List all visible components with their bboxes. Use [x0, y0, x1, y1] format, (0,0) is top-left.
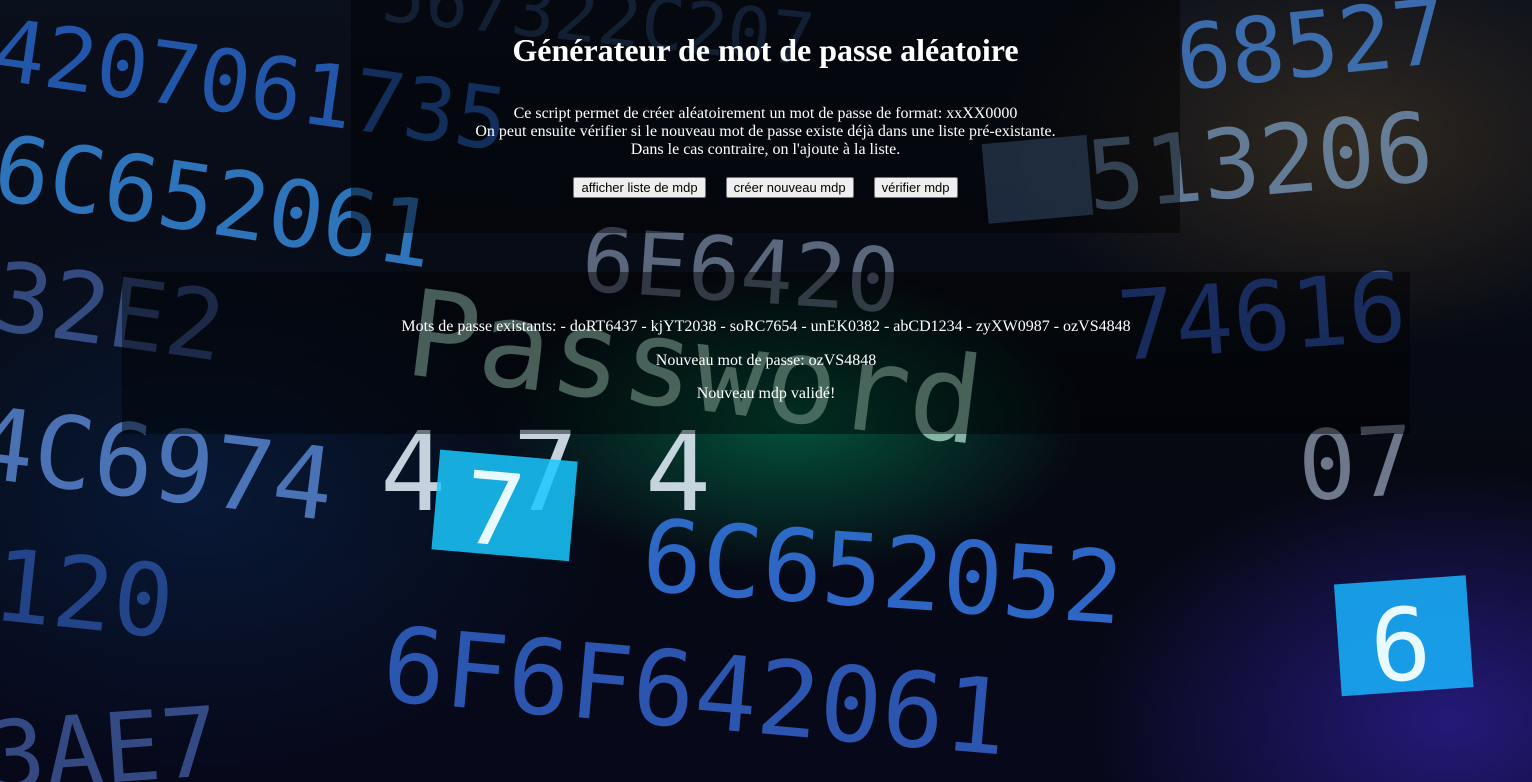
svg-text:6C652052: 6C652052	[638, 497, 1127, 647]
svg-text:3AE7: 3AE7	[0, 686, 222, 782]
description-line-1: Ce script permet de créer aléatoirement …	[513, 105, 1018, 122]
header-panel: Générateur de mot de passe aléatoire Ce …	[351, 0, 1180, 233]
page-title: Générateur de mot de passe aléatoire	[512, 32, 1019, 68]
svg-text:6: 6	[1366, 585, 1434, 706]
create-password-button[interactable]: créer nouveau mdp	[725, 177, 854, 198]
svg-text:7: 7	[459, 449, 529, 571]
description: Ce script permet de créer aléatoirement …	[351, 105, 1180, 159]
verify-password-button[interactable]: vérifier mdp	[873, 177, 958, 198]
new-password-text: Nouveau mot de passe: ozVS4848	[655, 352, 877, 369]
description-line-2: On peut ensuite vérifier si le nouveau m…	[475, 123, 1056, 140]
description-line-3: Dans le cas contraire, on l'ajoute à la …	[630, 141, 901, 158]
show-password-list-button[interactable]: afficher liste de mdp	[573, 177, 706, 198]
existing-passwords-text: Mots de passe existants: - doRT6437 - kj…	[401, 318, 1131, 335]
button-row: afficher liste de mdp créer nouveau mdp …	[351, 177, 1180, 198]
validation-status-text: Nouveau mdp validé!	[696, 385, 836, 402]
result-panel: Mots de passe existants: - doRT6437 - kj…	[122, 272, 1410, 434]
svg-text:120: 120	[0, 526, 179, 661]
